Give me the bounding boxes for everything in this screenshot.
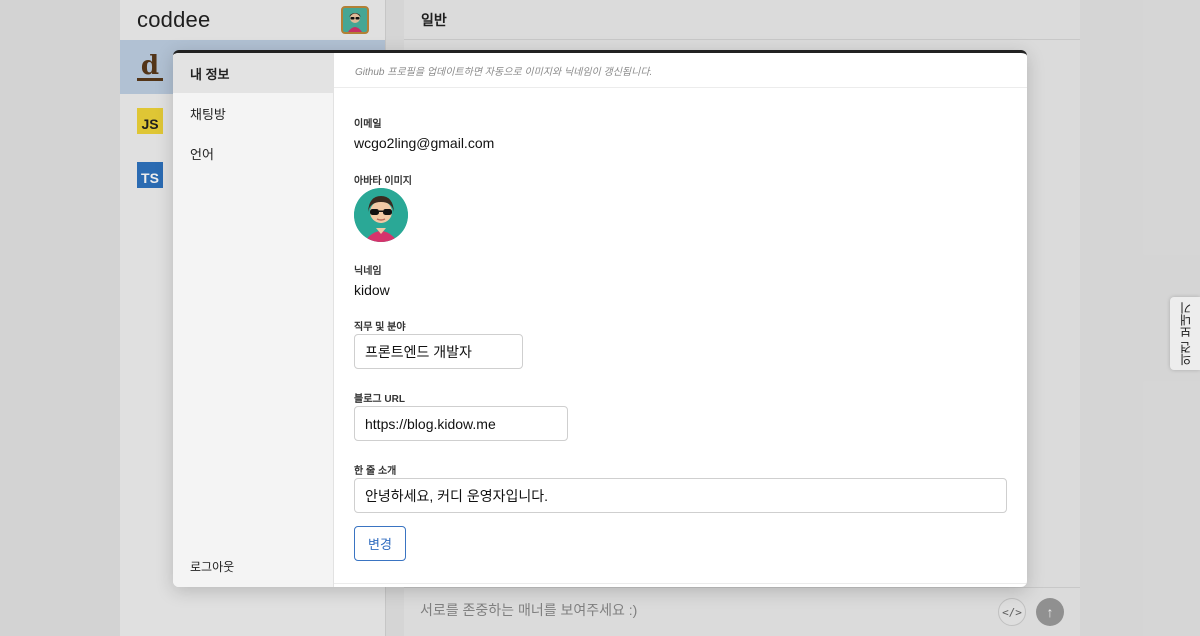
nav-item-language[interactable]: 언어 <box>173 133 333 173</box>
bio-label: 한 줄 소개 <box>354 466 397 477</box>
settings-modal: 내 정보 채팅방 언어 로그아웃 Github 프로필을 업데이트하면 자동으로… <box>173 50 1027 587</box>
avatar-image <box>354 188 408 242</box>
nickname-value: kidow <box>354 282 390 298</box>
logout-button[interactable]: 로그아웃 <box>190 558 234 575</box>
settings-nav: 내 정보 채팅방 언어 로그아웃 <box>173 53 334 587</box>
nickname-label: 닉네임 <box>354 266 382 277</box>
form-bottom-divider <box>334 583 1027 584</box>
job-input[interactable]: 프론트엔드 개발자 <box>354 334 523 369</box>
blog-url-input[interactable]: https://blog.kidow.me <box>354 406 568 441</box>
nav-item-chatroom[interactable]: 채팅방 <box>173 93 333 133</box>
change-button[interactable]: 변경 <box>354 526 406 561</box>
bio-input[interactable]: 안녕하세요, 커디 운영자입니다. <box>354 478 1007 513</box>
avatar-label: 아바타 이미지 <box>354 176 412 187</box>
job-label: 직무 및 분야 <box>354 322 406 333</box>
profile-form: Github 프로필을 업데이트하면 자동으로 이미지와 닉네임이 갱신됩니다.… <box>334 53 1027 587</box>
nav-item-profile[interactable]: 내 정보 <box>173 53 333 93</box>
blog-label: 블로그 URL <box>354 394 405 405</box>
email-value: wcgo2ling@gmail.com <box>354 135 495 151</box>
email-label: 이메일 <box>354 119 382 130</box>
github-notice: Github 프로필을 업데이트하면 자동으로 이미지와 닉네임이 갱신됩니다. <box>334 53 1027 88</box>
